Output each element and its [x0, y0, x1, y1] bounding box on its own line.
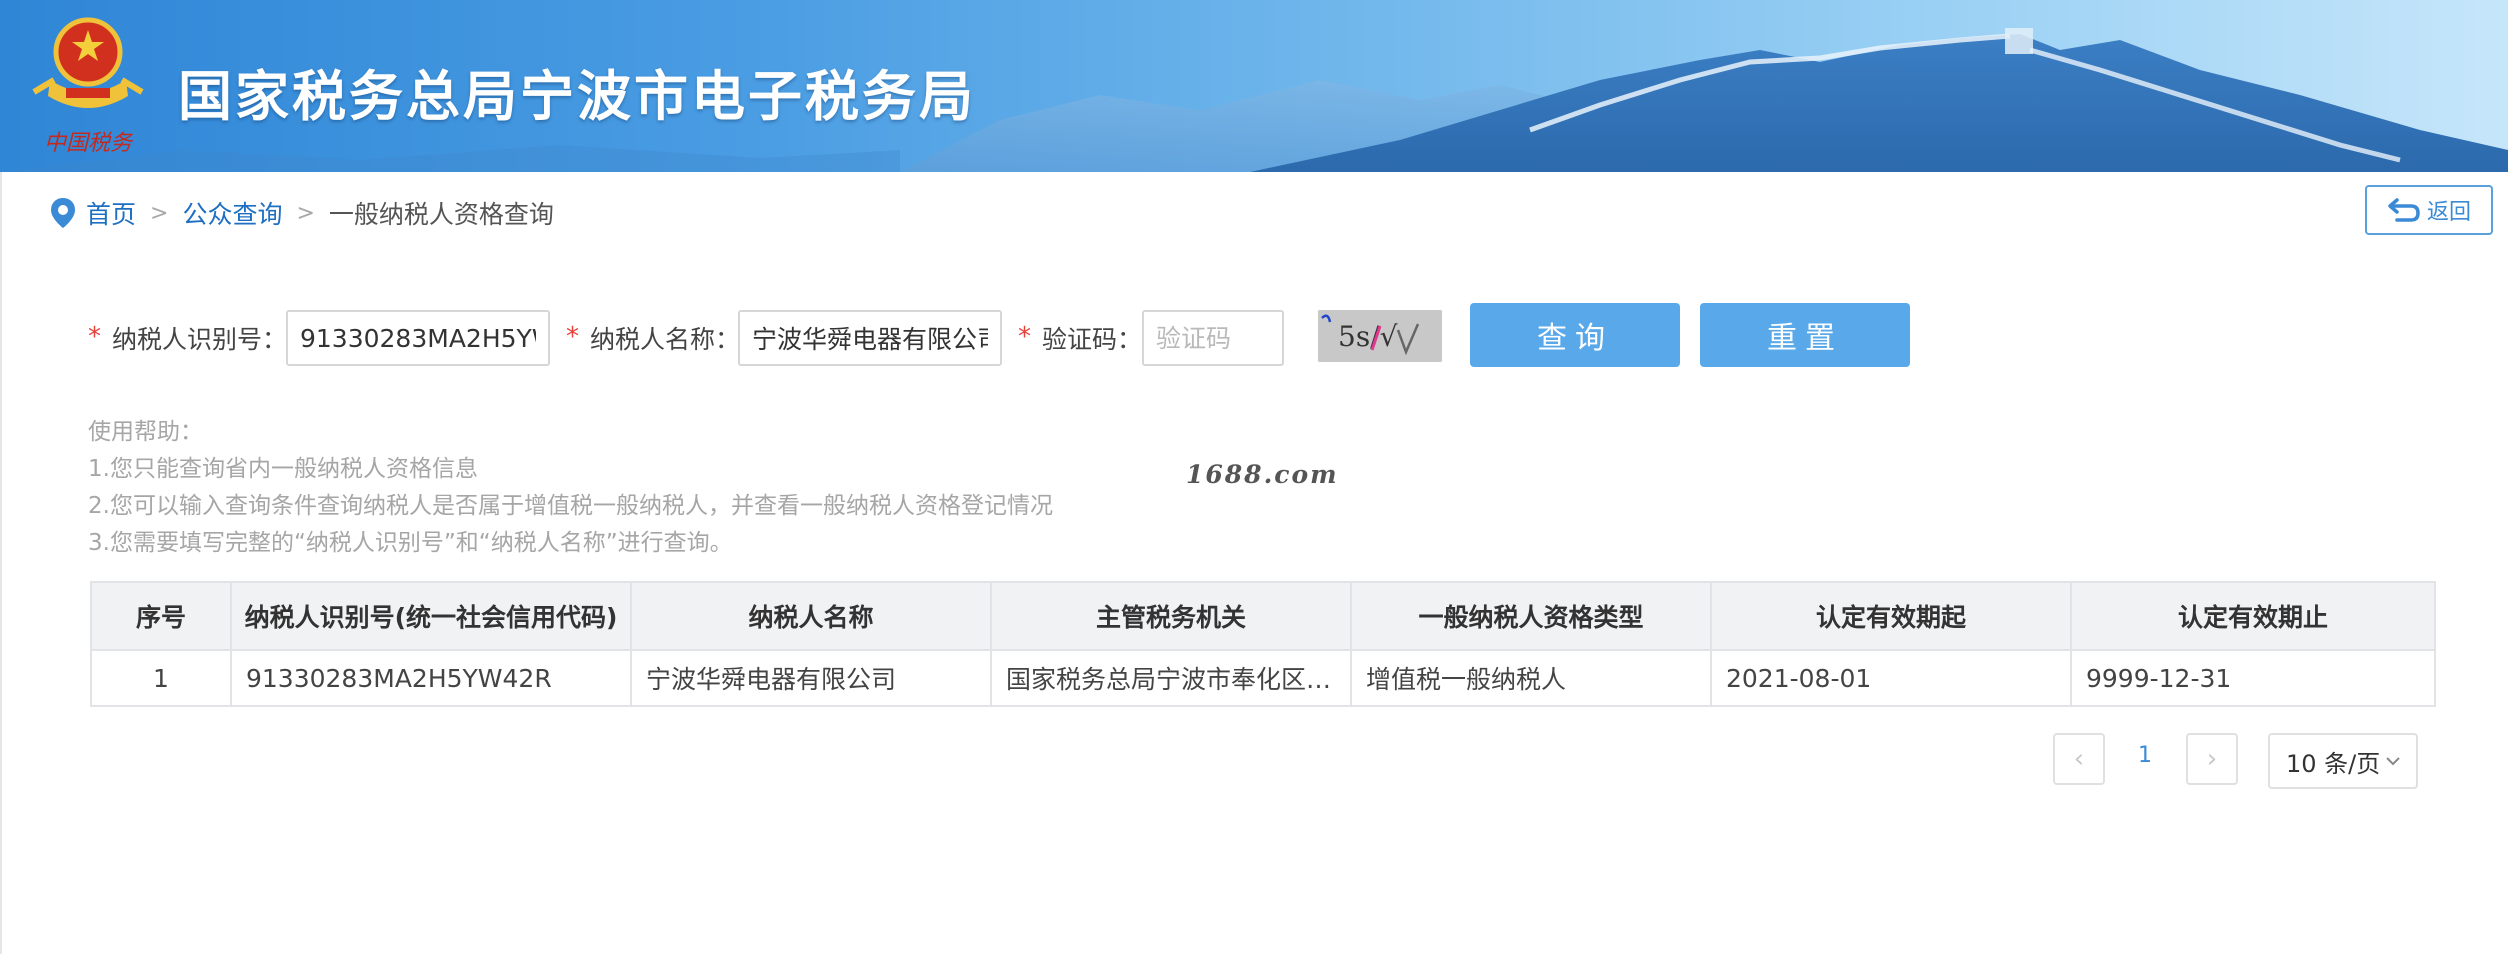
help-title: 使用帮助： — [88, 419, 203, 445]
cell-taxpayer-name: 宁波华舜电器有限公司 — [630, 649, 992, 707]
help-line: 3.您需要填写完整的“纳税人识别号”和“纳税人名称”进行查询。 — [88, 530, 733, 556]
column-header-taxpayer-id: 纳税人识别号(统一社会信用代码) — [230, 581, 632, 651]
breadcrumb-public-query-link[interactable]: 公众查询 — [182, 195, 282, 231]
captcha-image-text: 5s/√ — [1338, 320, 1398, 353]
taxpayer-id-input[interactable] — [286, 310, 550, 366]
cell-taxpayer-id: 91330283MA2H5YW42R — [230, 649, 632, 707]
required-mark: * — [566, 322, 579, 352]
cell-qualification-type: 增值税一般纳税人 — [1350, 649, 1712, 707]
result-table: 序号 纳税人识别号(统一社会信用代码) 纳税人名称 主管税务机关 一般纳税人资格… — [90, 581, 2436, 707]
column-header-valid-from: 认定有效期起 — [1710, 581, 2072, 651]
cell-valid-to: 9999-12-31 — [2070, 649, 2436, 707]
column-header-tax-authority: 主管税务机关 — [990, 581, 1352, 651]
cell-valid-from: 2021-08-01 — [1710, 649, 2072, 707]
breadcrumb-current-page: 一般纳税人资格查询 — [328, 200, 554, 229]
breadcrumb-separator: > — [296, 200, 315, 226]
chevron-right-icon: › — [2206, 744, 2218, 774]
required-mark: * — [88, 322, 101, 352]
cell-index: 1 — [90, 649, 232, 707]
help-line: 2.您可以输入查询条件查询纳税人是否属于增值税一般纳税人，并查看一般纳税人资格登… — [88, 493, 1053, 519]
column-header-qualification-type: 一般纳税人资格类型 — [1350, 581, 1712, 651]
captcha-input[interactable] — [1142, 310, 1284, 366]
query-button[interactable]: 查询 — [1470, 303, 1680, 367]
taxpayer-id-label: 纳税人识别号： — [112, 325, 288, 354]
header-banner: 中国税务 国家税务总局宁波市电子税务局 — [0, 0, 2508, 172]
reset-button[interactable]: 重置 — [1700, 303, 1910, 367]
location-pin-icon — [51, 198, 75, 228]
return-arrow-icon — [2388, 198, 2420, 222]
captcha-image[interactable]: 5s/√ — [1318, 310, 1442, 362]
table-row: 1 91330283MA2H5YW42R 宁波华舜电器有限公司 国家税务总局宁波… — [90, 649, 2436, 707]
chevron-down-icon — [2386, 757, 2400, 766]
taxpayer-name-label: 纳税人名称： — [590, 325, 741, 354]
table-header-row: 序号 纳税人识别号(统一社会信用代码) 纳税人名称 主管税务机关 一般纳税人资格… — [90, 581, 2436, 651]
page-left-border — [0, 172, 2, 954]
column-header-taxpayer-name: 纳税人名称 — [630, 581, 992, 651]
prev-page-button[interactable]: ‹ — [2053, 733, 2105, 785]
column-header-index: 序号 — [90, 581, 232, 651]
help-line: 1.您只能查询省内一般纳税人资格信息 — [88, 456, 478, 482]
page-size-value: 10 条/页 — [2286, 749, 2381, 778]
emblem-caption: 中国税务 — [44, 131, 134, 156]
captcha-label: 验证码： — [1042, 325, 1143, 354]
cell-tax-authority: 国家税务总局宁波市奉化区… — [990, 649, 1352, 707]
next-page-button[interactable]: › — [2186, 733, 2238, 785]
required-mark: * — [1018, 322, 1031, 352]
chevron-left-icon: ‹ — [2073, 744, 2085, 774]
column-header-valid-to: 认定有效期止 — [2070, 581, 2436, 651]
page-number-current[interactable]: 1 — [2130, 743, 2160, 768]
breadcrumb-separator: > — [150, 200, 169, 226]
back-button[interactable]: 返回 — [2365, 185, 2493, 235]
usage-help: 使用帮助： 1.您只能查询省内一般纳税人资格信息 2.您可以输入查询条件查询纳税… — [88, 414, 1053, 562]
breadcrumb-home-link[interactable]: 首页 — [86, 195, 136, 231]
breadcrumb: 首页 > 公众查询 > 一般纳税人资格查询 — [50, 193, 554, 233]
page-size-select[interactable]: 10 条/页 — [2268, 733, 2418, 789]
taxpayer-name-input[interactable] — [738, 310, 1002, 366]
site-title: 国家税务总局宁波市电子税务局 — [178, 65, 976, 128]
watermark-text: 1688.com — [1186, 460, 1339, 489]
back-button-label: 返回 — [2426, 200, 2471, 225]
national-emblem-logo: 中国税务 — [32, 17, 144, 156]
